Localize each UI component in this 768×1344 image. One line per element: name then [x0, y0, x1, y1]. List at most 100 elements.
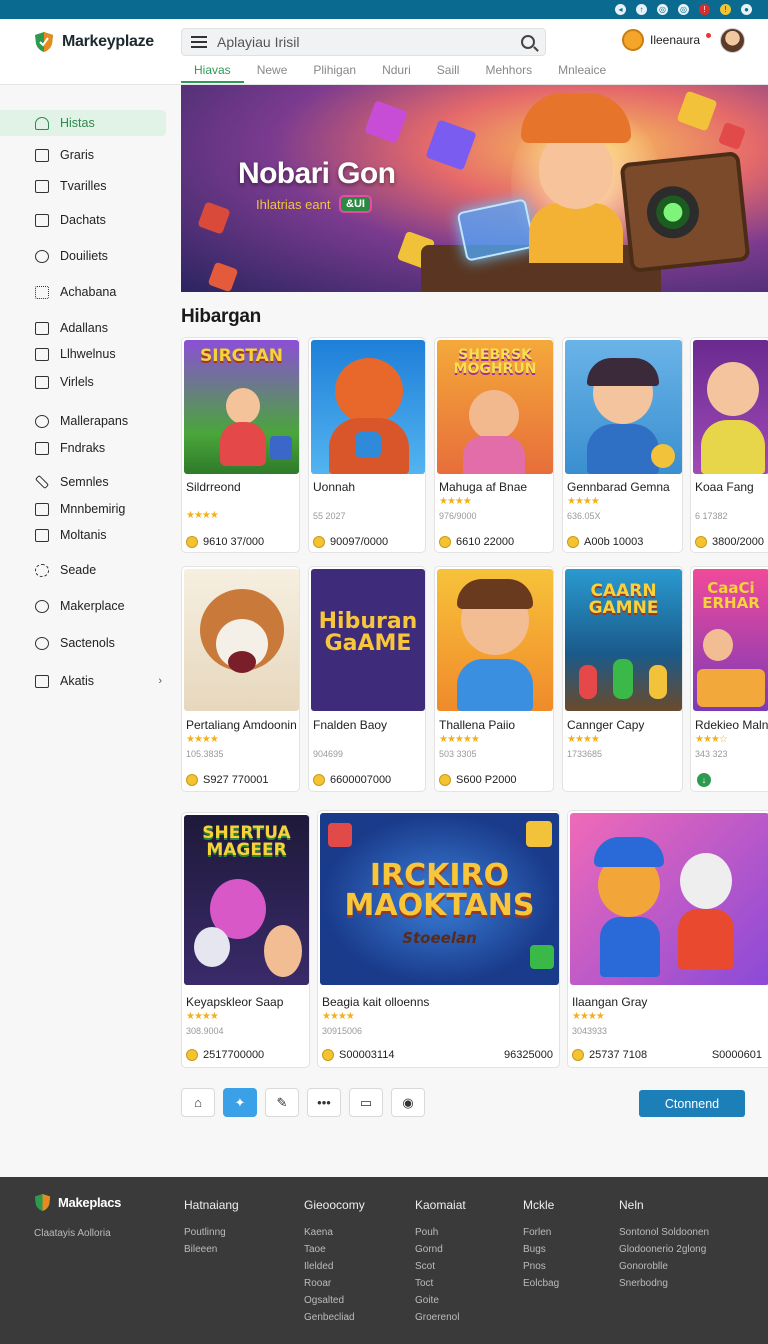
thumbnail-subtitle: Stoeelan: [402, 929, 477, 947]
menu-icon[interactable]: [191, 33, 207, 51]
coin-icon: [439, 774, 451, 786]
game-card[interactable]: Koaa Fang 6 17382 3800/2000: [690, 337, 768, 553]
game-price-secondary: S0000601: [711, 1049, 762, 1061]
sidebar-item-label: Makerplace: [60, 599, 125, 613]
footer-link[interactable]: Snerbodng: [619, 1275, 709, 1292]
camera-share-button[interactable]: ◉: [391, 1088, 425, 1117]
sidebar-item-fndraks[interactable]: Fndraks: [0, 435, 166, 461]
footer-column-title: Neln: [619, 1198, 644, 1212]
footer-link[interactable]: Kaena: [304, 1224, 365, 1241]
sidebar-item-virlels[interactable]: Virlels: [0, 369, 166, 395]
bookmark-button[interactable]: ▭: [349, 1088, 383, 1117]
more-button[interactable]: •••: [307, 1088, 341, 1117]
footer-extra-link[interactable]: Groerenol: [415, 1312, 459, 1323]
game-card[interactable]: SIRGTAN Sildrreond ★★★★ 9610 37/000: [181, 337, 300, 553]
rating-stars: ★★★★: [186, 1011, 219, 1022]
game-card[interactable]: Ilaangan Gray ★★★★ 3043933 25737 7108 S0…: [567, 810, 768, 1068]
connect-button[interactable]: Ctonnend: [639, 1090, 745, 1117]
home-icon: [35, 116, 49, 130]
tab-newe[interactable]: Newe: [244, 63, 301, 83]
footer-link[interactable]: Eolcbag: [523, 1275, 559, 1292]
footer-link[interactable]: Bugs: [523, 1241, 559, 1258]
twitter-share-button[interactable]: ✦: [223, 1088, 257, 1117]
sidebar-item-douiliets[interactable]: Douiliets: [0, 243, 166, 269]
pin-icon: ✎: [276, 1094, 288, 1110]
user-menu[interactable]: Ileenaura: [622, 29, 712, 51]
sidebar-item-seade[interactable]: Seade: [0, 557, 166, 583]
notification-dot: [706, 32, 712, 38]
sidebar-item-llhwelnus[interactable]: Llhwelnus: [0, 341, 166, 367]
game-card[interactable]: CAARN GAMNE Cannger Capy ★★★★ 1733685: [562, 566, 683, 792]
footer-link[interactable]: Pouh: [415, 1224, 466, 1241]
footer-link[interactable]: Ogsalted: [304, 1292, 365, 1309]
tab-mehhors[interactable]: Mehhors: [472, 63, 545, 83]
footer-link[interactable]: Taoe: [304, 1241, 365, 1258]
sidebar-item-akatis[interactable]: Akatis ›: [0, 668, 166, 694]
sidebar-item-mallerapans[interactable]: Mallerapans: [0, 408, 166, 434]
game-card[interactable]: Thallena Paiio ★★★★★ 503 3305 S600 P2000: [434, 566, 554, 792]
home-share-button[interactable]: ⌂: [181, 1088, 215, 1117]
power-icon[interactable]: ●: [741, 4, 752, 15]
tab-saill[interactable]: Saill: [424, 63, 473, 83]
game-card[interactable]: Pertaliang Amdoonin ★★★★ 105.3835 S927 7…: [181, 566, 300, 792]
footer-logo[interactable]: Makeplacs: [34, 1193, 121, 1212]
game-price: S600 P2000: [456, 774, 517, 786]
game-thumbnail: [311, 340, 425, 474]
footer-link[interactable]: Scot: [415, 1258, 466, 1275]
tab-hiavas[interactable]: Hiavas: [181, 63, 244, 83]
sidebar-item-dachats[interactable]: Dachats: [0, 207, 166, 233]
pen-icon: [34, 474, 50, 490]
footer-link[interactable]: Glodoonerio 2glong: [619, 1241, 709, 1258]
game-thumbnail: [437, 569, 553, 711]
avatar[interactable]: [720, 28, 745, 53]
footer-link[interactable]: Ilelded: [304, 1258, 365, 1275]
game-card[interactable]: IRCKIRO MAOKTANS Stoeelan Beagia kait ol…: [317, 810, 560, 1068]
sidebar-item-sactenols[interactable]: Sactenols: [0, 630, 166, 656]
footer-link[interactable]: Rooar: [304, 1275, 365, 1292]
coin-icon: [322, 1049, 334, 1061]
search-input[interactable]: [217, 34, 517, 50]
footer-link[interactable]: Bileeen: [184, 1241, 239, 1258]
game-card[interactable]: Uonnah 55 2027 90097/0000: [308, 337, 426, 553]
tab-mnleaice[interactable]: Mnleaice: [545, 63, 619, 83]
footer-link[interactable]: Pnos: [523, 1258, 559, 1275]
thumbnail-title: SIRGTAN: [200, 346, 283, 366]
footer-link[interactable]: Poutlinng: [184, 1224, 239, 1241]
footer-tagline: Claatayis Aolloria: [34, 1228, 111, 1239]
footer-link[interactable]: Forlen: [523, 1224, 559, 1241]
tab-plihigan[interactable]: Plihigan: [300, 63, 369, 83]
footer-link[interactable]: Gornd: [415, 1241, 466, 1258]
alert-icon[interactable]: !: [720, 4, 731, 15]
game-title: Thallena Paiio: [439, 718, 516, 732]
folder-icon: [35, 674, 49, 688]
sidebar-item-histas[interactable]: Histas: [0, 110, 166, 136]
hero-banner[interactable]: Nobari Gon Ihlatrias eant &UI: [181, 85, 768, 292]
sidebar-item-moltanis[interactable]: Moltanis: [0, 522, 166, 548]
sidebar-item-achabana[interactable]: Achabana: [0, 279, 166, 305]
search-bar[interactable]: [181, 28, 546, 56]
notification-icon[interactable]: !: [699, 4, 710, 15]
chevron-right-icon[interactable]: ›: [158, 675, 162, 687]
game-card[interactable]: Gennbarad Gemna ★★★★ 636.05X A00b 10003: [562, 337, 683, 553]
sidebar-item-adallans[interactable]: Adallans: [0, 315, 166, 341]
sidebar-item-graris[interactable]: Graris: [0, 142, 166, 168]
game-card[interactable]: CaaCi ERHAR Rdekieo Maln ★★★☆ 343 323 ↓: [690, 566, 768, 792]
footer-link[interactable]: Goite: [415, 1292, 466, 1309]
download-icon[interactable]: ↓: [697, 773, 711, 787]
footer-link[interactable]: Toct: [415, 1275, 466, 1292]
game-card[interactable]: SHEBRSK MOGHRUN Mahuga af Bnae ★★★★ 976/…: [434, 337, 554, 553]
sidebar-item-mnnbemirig[interactable]: Mnnbemirig: [0, 496, 166, 522]
sidebar-item-semnles[interactable]: Semnles: [0, 469, 166, 495]
game-card[interactable]: SHERTUA MAGEER Keyapskleor Saap ★★★★ 308…: [181, 812, 310, 1068]
app-logo[interactable]: Markeyplaze: [34, 31, 154, 53]
sidebar-item-makerplace[interactable]: Makerplace: [0, 593, 166, 619]
footer-link[interactable]: Gonoroblle: [619, 1258, 709, 1275]
tab-nduri[interactable]: Nduri: [369, 63, 424, 83]
game-card[interactable]: Hiburan GaAME Fnalden Baoy 904699 660000…: [308, 566, 426, 792]
sidebar-item-label: Histas: [60, 116, 95, 130]
search-icon[interactable]: [521, 35, 535, 49]
footer-extra-link[interactable]: Genbecliad: [304, 1312, 355, 1323]
footer-link[interactable]: Sontonol Soldoonen: [619, 1224, 709, 1241]
sidebar-item-tvarilles[interactable]: Tvarilles: [0, 173, 166, 199]
link-share-button[interactable]: ✎: [265, 1088, 299, 1117]
